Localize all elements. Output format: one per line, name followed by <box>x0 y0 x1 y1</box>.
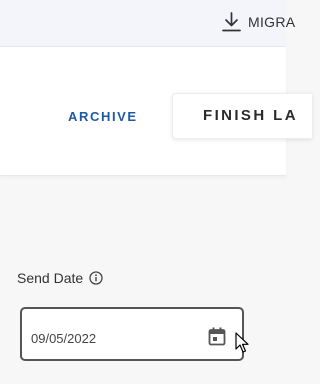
finish-button-label: FINISH LA <box>203 107 298 124</box>
finish-button[interactable]: FINISH LA <box>172 93 312 139</box>
send-date-label-text: Send Date <box>17 270 84 286</box>
migrate-button[interactable]: MIGRA <box>222 10 295 34</box>
archive-button[interactable]: ARCHIVE <box>68 109 138 124</box>
send-date-input[interactable]: 09/05/2022 <box>20 307 244 361</box>
top-toolbar: MIGRA <box>0 0 295 47</box>
migrate-button-label: MIGRA <box>248 14 296 30</box>
send-date-value[interactable]: 09/05/2022 <box>31 331 96 346</box>
download-icon <box>222 12 241 32</box>
info-icon[interactable] <box>89 271 103 285</box>
action-panel: ARCHIVE FINISH LA <box>0 47 312 176</box>
send-date-label: Send Date <box>17 270 103 286</box>
calendar-icon[interactable] <box>208 327 226 346</box>
